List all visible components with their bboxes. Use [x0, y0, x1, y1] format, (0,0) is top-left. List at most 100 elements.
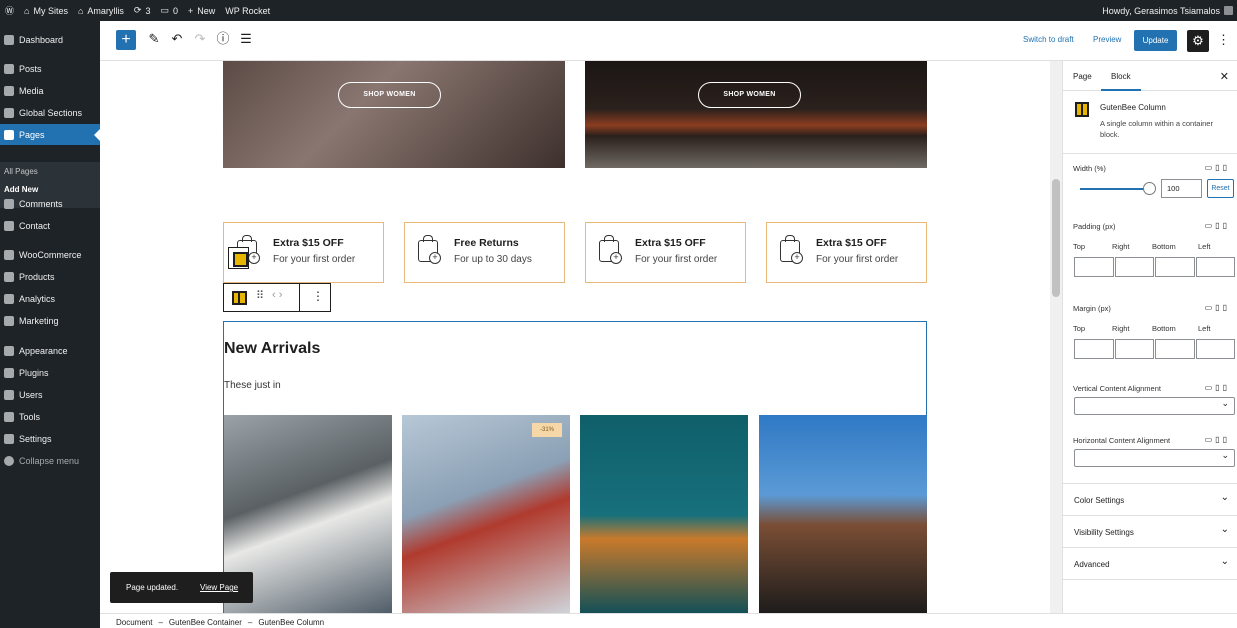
- site-name-link[interactable]: ⌂ Amaryllis: [73, 0, 129, 21]
- user-icon: [4, 389, 14, 400]
- horizontal-alignment-select[interactable]: [1074, 449, 1235, 467]
- account-menu[interactable]: Howdy, Gerasimos Tsiamalos: [1102, 0, 1233, 21]
- product-image[interactable]: -31%: [402, 415, 570, 613]
- toolbar-divider: [299, 284, 300, 311]
- brush-icon: [4, 345, 14, 356]
- submenu-all-pages[interactable]: All Pages: [4, 167, 38, 176]
- device-toggle-icons[interactable]: ▭▯▯: [1205, 383, 1230, 392]
- device-toggle-icons[interactable]: ▭▯▯: [1205, 221, 1230, 230]
- editor-canvas[interactable]: SHOP WOMEN SHOP WOMEN + Extra $15 OFF Fo…: [100, 61, 1050, 613]
- canvas-scrollbar[interactable]: [1050, 61, 1062, 613]
- menu-item-global-sections[interactable]: Global Sections: [0, 102, 100, 123]
- device-toggle-icons[interactable]: ▭▯▯: [1205, 163, 1230, 172]
- margin-left-input[interactable]: [1195, 339, 1235, 359]
- menu-item-users[interactable]: Users: [0, 384, 100, 405]
- my-sites-link[interactable]: ⌂ My Sites: [19, 0, 73, 21]
- undo-icon[interactable]: ↶: [169, 31, 185, 47]
- menu-item-pages[interactable]: Pages: [0, 124, 100, 145]
- margin-top-label: Top: [1073, 324, 1086, 333]
- device-toggle-icons[interactable]: ▭▯▯: [1205, 435, 1230, 444]
- drag-handle-icon[interactable]: ⠿: [256, 289, 264, 302]
- menu-item-dashboard[interactable]: Dashboard: [0, 29, 100, 50]
- list-view-icon[interactable]: ☰: [238, 31, 254, 47]
- menu-item-analytics[interactable]: Analytics: [0, 288, 100, 309]
- plus-circle-icon: +: [248, 252, 260, 264]
- chevron-down-icon: ⌄: [1220, 524, 1229, 535]
- snackbar-message: Page updated.: [126, 583, 179, 592]
- menu-item-posts[interactable]: Posts: [0, 58, 100, 79]
- padding-right-input[interactable]: [1114, 257, 1154, 277]
- more-options-icon[interactable]: ⋮: [1217, 32, 1230, 48]
- menu-item-contact[interactable]: Contact: [0, 215, 100, 236]
- padding-top-input[interactable]: [1074, 257, 1114, 277]
- update-button[interactable]: Update: [1134, 30, 1177, 51]
- switch-to-draft-button[interactable]: Switch to draft: [1023, 35, 1074, 44]
- margin-top-input[interactable]: [1074, 339, 1114, 359]
- pages-icon: [4, 129, 14, 140]
- breadcrumb-container[interactable]: GutenBee Container: [169, 618, 242, 627]
- product-image[interactable]: [580, 415, 748, 613]
- tab-page[interactable]: Page: [1073, 72, 1092, 81]
- margin-bottom-input[interactable]: [1155, 339, 1195, 359]
- shop-women-button[interactable]: SHOP WOMEN: [338, 82, 441, 108]
- feature-box[interactable]: + Extra $15 OFF For your first order: [585, 222, 746, 283]
- wp-rocket-link[interactable]: WP Rocket: [220, 0, 275, 21]
- product-image[interactable]: [759, 415, 927, 613]
- menu-item-products[interactable]: Products: [0, 266, 100, 287]
- margin-right-input[interactable]: [1114, 339, 1154, 359]
- redo-icon[interactable]: ↷: [192, 31, 208, 47]
- padding-bottom-input[interactable]: [1155, 257, 1195, 277]
- updates-link[interactable]: ⟳ 3: [129, 0, 156, 21]
- plus-icon: +: [188, 5, 194, 16]
- comment-bubble-icon: ▭: [160, 5, 169, 15]
- menu-item-marketing[interactable]: Marketing: [0, 310, 100, 331]
- menu-item-woocommerce[interactable]: WooCommerce: [0, 244, 100, 265]
- width-slider-handle[interactable]: [1143, 182, 1156, 195]
- width-slider-track[interactable]: [1080, 188, 1150, 190]
- block-options-icon[interactable]: ⋮: [312, 289, 324, 303]
- gutenbee-container-block[interactable]: New Arrivals These just in -31%: [223, 321, 927, 613]
- column-block-icon[interactable]: [232, 291, 247, 305]
- close-icon[interactable]: ✕: [1220, 70, 1229, 83]
- chevron-down-icon: ⌄: [1220, 556, 1229, 567]
- vertical-alignment-select[interactable]: [1074, 397, 1235, 415]
- move-arrows-icon[interactable]: ‹ ›: [272, 289, 282, 301]
- margin-bottom-label: Bottom: [1152, 324, 1176, 333]
- edit-pencil-icon[interactable]: ✎: [146, 31, 162, 47]
- preview-button[interactable]: Preview: [1093, 35, 1121, 44]
- panel-color-settings[interactable]: Color Settings ⌄: [1063, 483, 1237, 515]
- breadcrumb-document[interactable]: Document: [116, 618, 152, 627]
- sites-icon: ⌂: [24, 5, 30, 16]
- padding-left-input[interactable]: [1195, 257, 1235, 277]
- wp-logo-icon[interactable]: Ⓦ: [0, 0, 19, 21]
- settings-gear-icon[interactable]: ⚙: [1187, 30, 1209, 52]
- shop-women-button-2[interactable]: SHOP WOMEN: [698, 82, 801, 108]
- scrollbar-thumb[interactable]: [1052, 179, 1060, 297]
- margin-left-label: Left: [1198, 324, 1211, 333]
- block-inserter-button[interactable]: +: [116, 30, 136, 50]
- menu-item-appearance[interactable]: Appearance: [0, 340, 100, 361]
- panel-visibility-settings[interactable]: Visibility Settings ⌄: [1063, 515, 1237, 547]
- column-block-selector-icon[interactable]: [228, 247, 249, 269]
- plus-circle-icon: +: [429, 252, 441, 264]
- menu-item-media[interactable]: Media: [0, 80, 100, 101]
- new-content-link[interactable]: + New: [183, 0, 220, 21]
- comments-link[interactable]: ▭ 0: [155, 0, 183, 21]
- info-icon[interactable]: ⓘ: [215, 31, 231, 47]
- breadcrumb-column[interactable]: GutenBee Column: [258, 618, 324, 627]
- menu-item-plugins[interactable]: Plugins: [0, 362, 100, 383]
- menu-item-settings[interactable]: Settings: [0, 428, 100, 449]
- menu-item-comments[interactable]: Comments: [0, 193, 100, 214]
- feature-box[interactable]: + Free Returns For up to 30 days: [404, 222, 565, 283]
- collapse-menu-button[interactable]: Collapse menu: [0, 450, 100, 471]
- reset-button[interactable]: Reset: [1207, 179, 1234, 198]
- device-toggle-icons[interactable]: ▭▯▯: [1205, 303, 1230, 312]
- padding-right-label: Right: [1112, 242, 1130, 251]
- menu-item-tools[interactable]: Tools: [0, 406, 100, 427]
- tab-block[interactable]: Block: [1101, 72, 1140, 91]
- width-input[interactable]: 100: [1161, 179, 1202, 198]
- view-page-link[interactable]: View Page: [200, 583, 238, 592]
- feature-box[interactable]: + Extra $15 OFF For your first order: [766, 222, 927, 283]
- feature-subtitle: For your first order: [635, 254, 718, 265]
- panel-advanced[interactable]: Advanced ⌄: [1063, 547, 1237, 579]
